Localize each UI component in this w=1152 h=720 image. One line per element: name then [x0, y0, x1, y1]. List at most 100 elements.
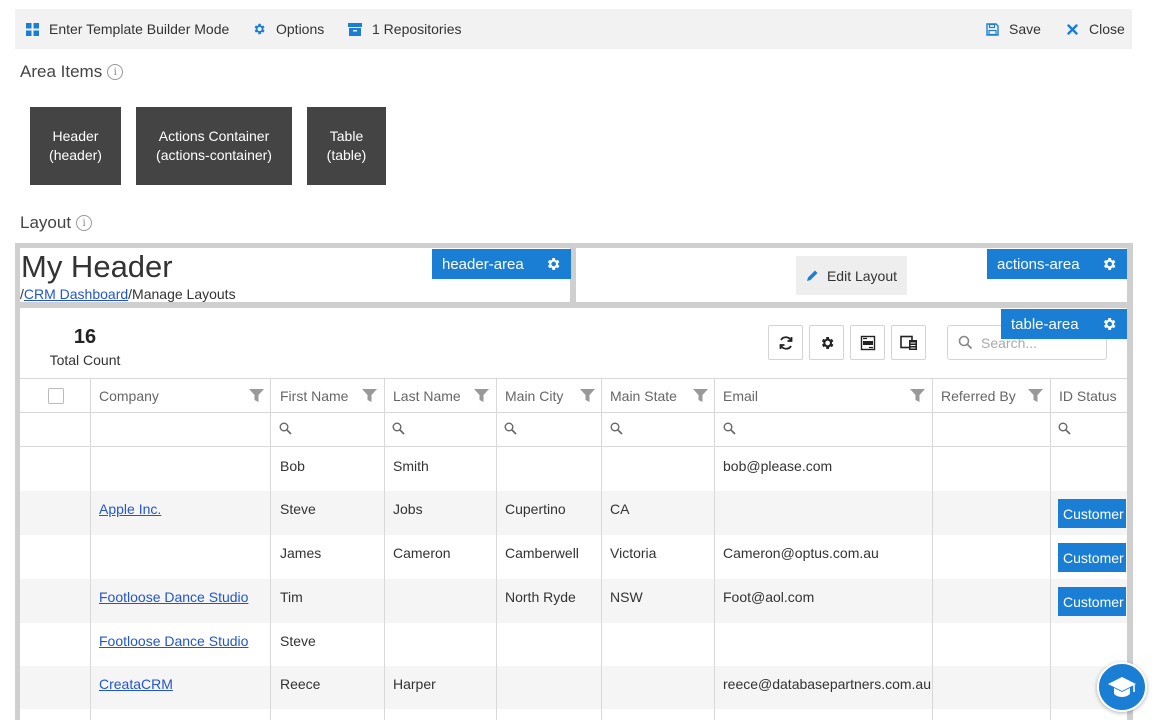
column-chooser-button[interactable]	[891, 325, 926, 360]
filter-icon[interactable]	[1028, 388, 1043, 403]
cell-main-state: CA	[610, 501, 630, 517]
column-search-icon[interactable]	[504, 422, 517, 435]
column-header-id-status[interactable]: ID Status	[1059, 379, 1117, 413]
cell-email: reece@databasepartners.com.au	[723, 676, 931, 692]
column-search-icon[interactable]	[1058, 422, 1071, 435]
column-search-icon[interactable]	[723, 422, 736, 435]
column-header-email[interactable]: Email	[723, 379, 758, 413]
layout-title: Layout	[20, 213, 72, 232]
column-header-main-state[interactable]: Main State	[610, 379, 677, 413]
gear-icon[interactable]	[1101, 316, 1117, 332]
breadcrumb-current: /Manage Layouts	[128, 286, 236, 302]
pencil-icon	[806, 270, 818, 281]
options-label: Options	[276, 21, 325, 37]
table-area-tag[interactable]: table-area	[1001, 309, 1127, 339]
export-xlsx-button[interactable]	[850, 325, 885, 360]
area-items-title: Area Items	[20, 62, 103, 81]
grid-icon	[24, 21, 40, 37]
close-button[interactable]: Close	[1064, 9, 1125, 49]
tile-actions-name: Actions Container	[158, 128, 270, 144]
layout-heading: Layout i	[20, 213, 93, 233]
save-button[interactable]: Save	[984, 9, 1041, 49]
column-header-referred-by[interactable]: Referred By	[941, 379, 1016, 413]
info-icon[interactable]: i	[76, 215, 93, 231]
gear-icon	[821, 336, 833, 349]
breadcrumb-link-crm-dashboard[interactable]: CRM Dashboard	[24, 286, 128, 302]
grid-line	[384, 378, 385, 720]
column-header-main-city[interactable]: Main City	[505, 379, 563, 413]
filter-icon[interactable]	[693, 388, 708, 403]
cell-email: Foot@aol.com	[723, 589, 815, 605]
repositories-label: 1 Repositories	[372, 21, 462, 37]
help-academy-button[interactable]	[1097, 662, 1147, 712]
cell-main-state: Victoria	[610, 545, 657, 561]
refresh-button[interactable]	[768, 325, 803, 360]
cell-company-link[interactable]: Footloose Dance Studio	[99, 589, 248, 605]
column-search-icon[interactable]	[392, 422, 405, 435]
edit-layout-label: Edit Layout	[826, 267, 898, 284]
cell-email: Cameron@optus.com.au	[723, 545, 879, 561]
filter-icon[interactable]	[249, 388, 264, 403]
archive-icon	[347, 21, 363, 37]
table-settings-button[interactable]	[809, 325, 844, 360]
status-badge[interactable]: Customer	[1058, 587, 1126, 616]
gear-icon[interactable]	[545, 256, 561, 272]
cell-main-city: North Ryde	[505, 589, 576, 605]
cell-company-link[interactable]: CreataCRM	[99, 676, 173, 692]
template-builder-button[interactable]: Enter Template Builder Mode	[24, 9, 229, 49]
page-title: My Header	[21, 249, 173, 284]
area-items-heading: Area Items i	[20, 62, 124, 82]
xlsx-export-icon	[860, 335, 875, 350]
total-count-value: 16	[73, 326, 97, 348]
close-x-icon	[1064, 21, 1080, 37]
select-all-checkbox[interactable]	[48, 388, 64, 404]
cell-last-name: Harper	[393, 676, 436, 692]
search-icon	[958, 335, 973, 350]
filter-icon[interactable]	[362, 388, 377, 403]
options-button[interactable]: Options	[251, 9, 324, 49]
edit-layout-button[interactable]: Edit Layout	[796, 256, 907, 295]
cell-first-name: Reece	[280, 676, 321, 692]
close-label: Close	[1089, 21, 1125, 37]
grid-line	[714, 378, 715, 720]
column-search-icon[interactable]	[279, 422, 292, 435]
grid-line	[20, 446, 1127, 447]
column-header-last-name[interactable]: Last Name	[393, 379, 461, 413]
tile-table-name: Table	[329, 128, 364, 144]
template-builder-label: Enter Template Builder Mode	[49, 21, 230, 37]
actions-area-tag[interactable]: actions-area	[987, 249, 1127, 279]
header-area-tag[interactable]: header-area	[432, 249, 571, 279]
cell-first-name: James	[280, 545, 322, 561]
filter-icon[interactable]	[580, 388, 595, 403]
column-header-company[interactable]: Company	[99, 379, 159, 413]
tile-header[interactable]: Header (header)	[30, 107, 121, 185]
cell-company-link[interactable]: Apple Inc.	[99, 501, 161, 517]
gear-icon[interactable]	[1101, 256, 1117, 272]
filter-icon[interactable]	[474, 388, 489, 403]
status-badge[interactable]: Customer	[1058, 543, 1126, 572]
tile-actions-id: (actions-container)	[156, 147, 272, 163]
info-icon[interactable]: i	[107, 64, 124, 80]
tile-header-name: Header	[52, 128, 99, 144]
cell-email: bob@please.com	[723, 458, 833, 474]
grid-line	[496, 378, 497, 720]
cell-company-link[interactable]: Footloose Dance Studio	[99, 633, 248, 649]
cell-first-name: Steve	[280, 501, 316, 517]
cell-last-name: Cameron	[393, 545, 451, 561]
cell-main-city: Camberwell	[505, 545, 579, 561]
column-header-first-name[interactable]: First Name	[280, 379, 348, 413]
actions-area-label: actions-area	[997, 255, 1080, 273]
tile-actions-container[interactable]: Actions Container (actions-container)	[136, 107, 292, 185]
cell-last-name: Jobs	[393, 501, 423, 517]
column-search-icon[interactable]	[610, 422, 623, 435]
table-area-label: table-area	[1011, 315, 1079, 333]
grid-line	[601, 378, 602, 720]
tile-table[interactable]: Table (table)	[307, 107, 386, 185]
tile-table-id: (table)	[326, 147, 367, 163]
repositories-button[interactable]: 1 Repositories	[347, 9, 462, 49]
grid-line	[1050, 378, 1051, 720]
total-count-label: Total Count	[49, 352, 121, 368]
graduation-cap-icon	[1108, 677, 1136, 697]
filter-icon[interactable]	[910, 388, 925, 403]
status-badge[interactable]: Customer	[1058, 499, 1126, 528]
